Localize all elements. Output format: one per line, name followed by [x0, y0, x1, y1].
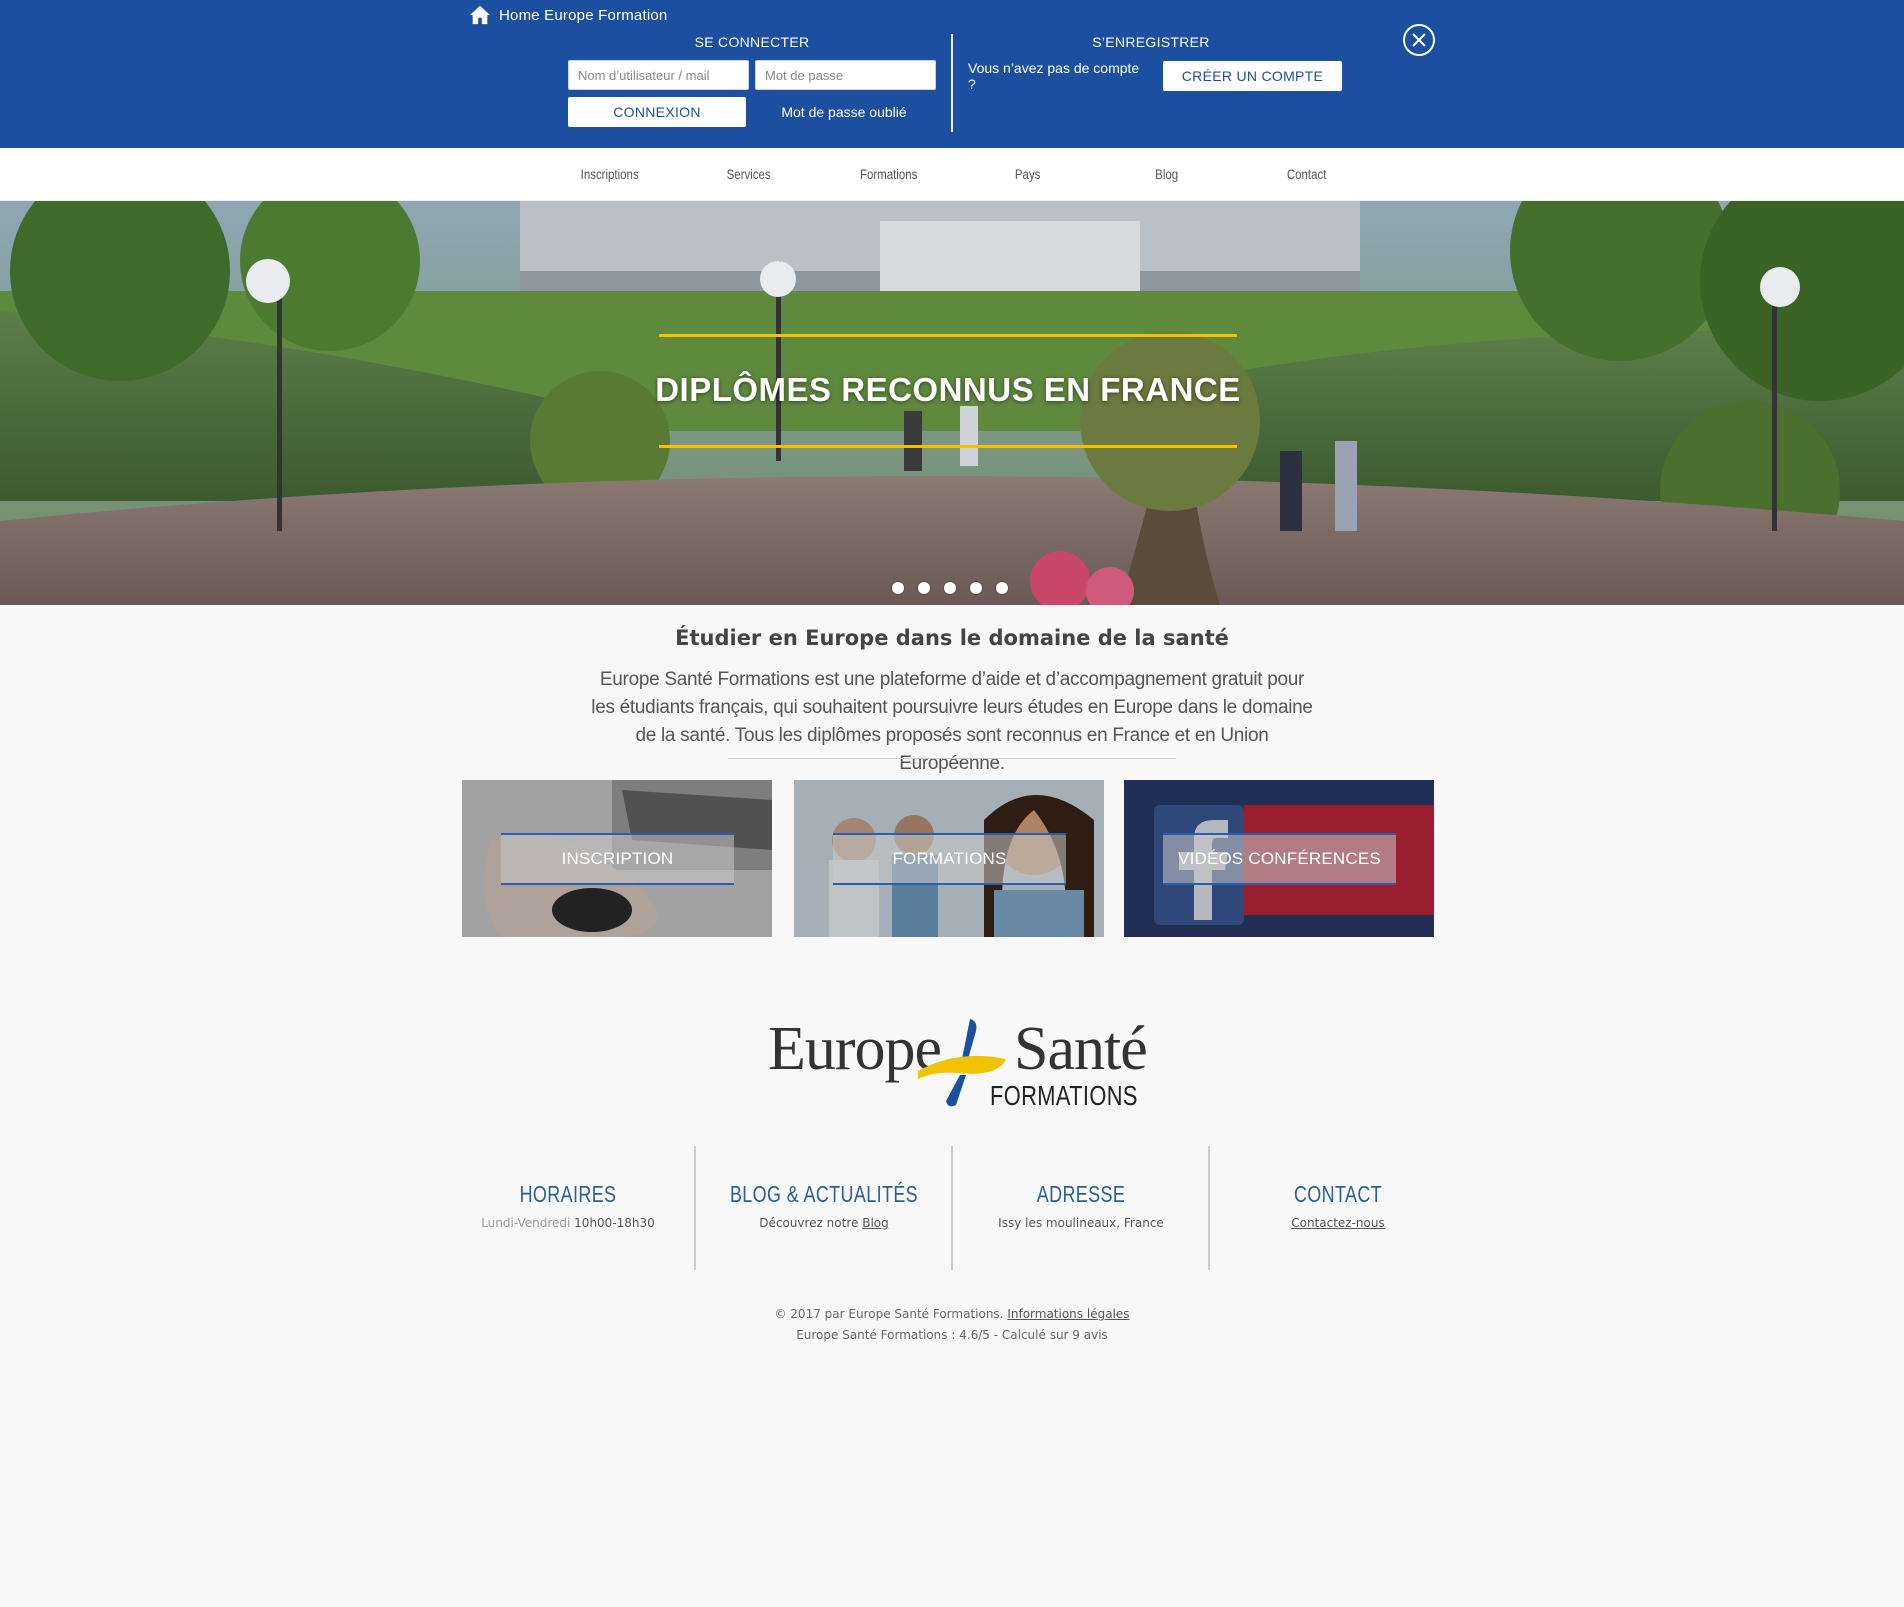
login-title: SE CONNECTER: [694, 34, 810, 50]
footer-blog-text: Découvrez notre: [759, 1216, 859, 1230]
hero-line-top: [659, 334, 1237, 337]
slide-dot[interactable]: [892, 582, 904, 594]
slide-dot[interactable]: [944, 582, 956, 594]
footer-contact-link[interactable]: Contactez-nous: [1291, 1216, 1385, 1230]
login-section: SE CONNECTER CONNEXION Mot de passe oubl…: [568, 34, 936, 127]
slide-dot[interactable]: [970, 582, 982, 594]
no-account-text: Vous n’avez pas de compte ?: [968, 60, 1140, 92]
create-account-button[interactable]: CRÉER UN COMPTE: [1162, 61, 1342, 91]
login-panel: Home Europe Formation SE CONNECTER CONNE…: [0, 0, 1904, 148]
nav-item-inscriptions[interactable]: Inscriptions: [553, 148, 667, 201]
username-input[interactable]: [568, 60, 749, 90]
footer-blog: BLOG & ACTUALITÉS Découvrez notre Blog: [696, 1147, 952, 1271]
slide-dot[interactable]: [996, 582, 1008, 594]
rating-text: Europe Santé Formations : 4.6/5 - Calcul…: [796, 1328, 1108, 1342]
footer-hours: HORAIRES Lundi-Vendredi 10h00-18h30: [440, 1147, 696, 1271]
logo-word-formations: FORMATIONS: [990, 1080, 1138, 1111]
slide-dot[interactable]: [918, 582, 930, 594]
hero-line-bottom: [659, 445, 1237, 448]
footer-blog-title: BLOG & ACTUALITÉS: [729, 1181, 919, 1207]
nav-item-contact[interactable]: Contact: [1249, 148, 1363, 201]
password-input[interactable]: [755, 60, 936, 90]
intro-divider: [728, 758, 1176, 759]
copyright-text: © 2017 par Europe Santé Formations.: [774, 1307, 1004, 1321]
legal-info-link[interactable]: Informations légales: [1007, 1307, 1129, 1321]
home-icon: [469, 5, 491, 25]
hero-title: DIPLÔMES RECONNUS EN FRANCE: [655, 371, 1241, 408]
footer-address-title: ADRESSE: [1036, 1181, 1126, 1207]
footer-hours-time: 10h00-18h30: [574, 1216, 655, 1230]
logo-word-europe: Europe: [768, 1015, 942, 1083]
intro-title: Étudier en Europe dans le domaine de la …: [675, 626, 1229, 650]
footer-contact-title: CONTACT: [1293, 1181, 1383, 1207]
nav-item-services[interactable]: Services: [692, 148, 806, 201]
tile-inscription[interactable]: INSCRIPTION: [462, 780, 772, 937]
tile-label: VIDÉOS CONFÉRENCES: [1163, 833, 1396, 885]
footer-hours-title: HORAIRES: [519, 1181, 617, 1207]
nav-item-formations[interactable]: Formations: [831, 148, 945, 201]
footer-blog-link[interactable]: Blog: [862, 1216, 889, 1230]
europe-sante-logo: Europe Santé FORMATIONS: [768, 1014, 1148, 1114]
register-title: S’ENREGISTRER: [1092, 34, 1210, 50]
main-nav: Inscriptions Services Formations Pays Bl…: [0, 148, 1904, 201]
intro-text: Europe Santé Formations est une platefor…: [591, 669, 1313, 774]
nav-item-blog[interactable]: Blog: [1110, 148, 1224, 201]
footer-contact: CONTACT Contactez-nous: [1210, 1147, 1466, 1271]
copyright-block: © 2017 par Europe Santé Formations. Info…: [600, 1304, 1304, 1346]
close-icon: [1412, 33, 1426, 47]
footer-hours-days: Lundi-Vendredi: [481, 1216, 571, 1230]
login-divider: [951, 34, 953, 132]
login-button[interactable]: CONNEXION: [568, 97, 747, 127]
home-label: Home Europe Formation: [499, 6, 668, 24]
footer-address: ADRESSE Issy les moulineaux, France: [953, 1147, 1209, 1271]
nav-item-pays[interactable]: Pays: [971, 148, 1085, 201]
slide-indicators: [892, 582, 1008, 594]
home-link[interactable]: Home Europe Formation: [469, 4, 667, 26]
tile-formations[interactable]: FORMATIONS: [794, 780, 1104, 937]
close-panel-button[interactable]: [1403, 24, 1435, 56]
logo-word-sante: Santé: [1014, 1015, 1148, 1083]
tile-videos-conferences[interactable]: VIDÉOS CONFÉRENCES: [1124, 780, 1434, 937]
tile-label: INSCRIPTION: [501, 833, 734, 885]
tile-label: FORMATIONS: [833, 833, 1066, 885]
hero-slideshow: DIPLÔMES RECONNUS EN FRANCE: [0, 201, 1904, 605]
forgot-password-link[interactable]: Mot de passe oublié: [752, 104, 936, 120]
footer-address-text: Issy les moulineaux, France: [998, 1216, 1164, 1230]
register-section: S’ENREGISTRER Vous n’avez pas de compte …: [960, 34, 1342, 92]
